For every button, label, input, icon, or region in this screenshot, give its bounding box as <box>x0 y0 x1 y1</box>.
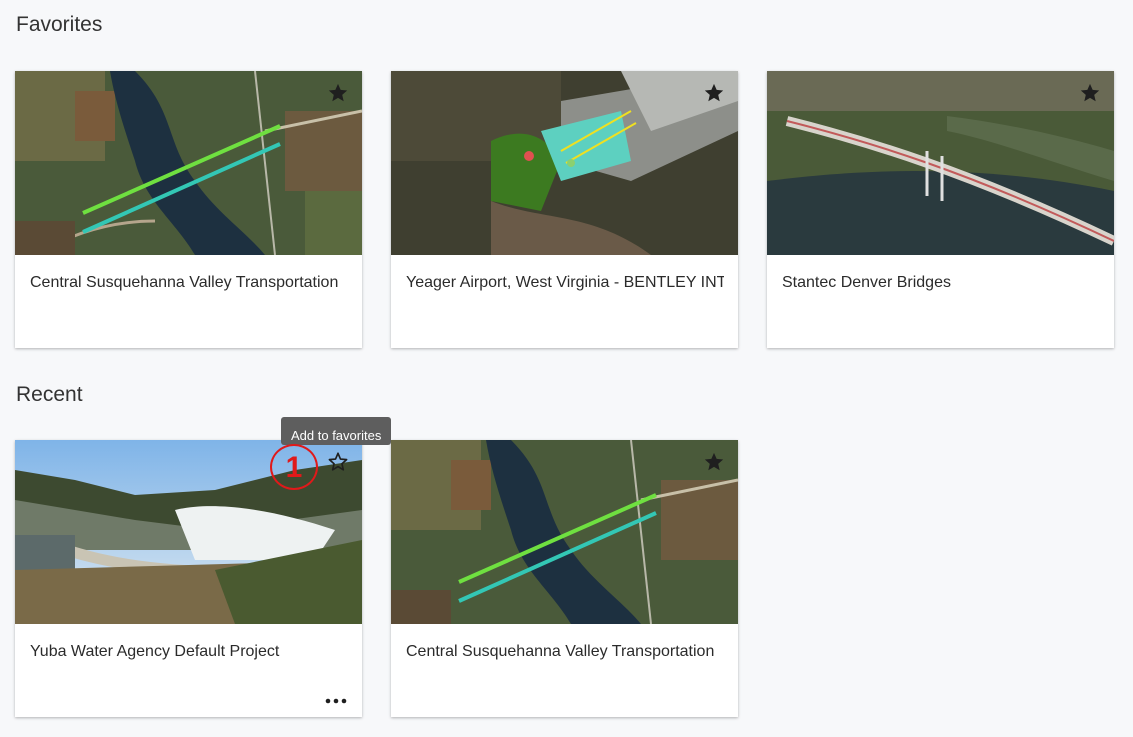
more-options-icon[interactable] <box>324 693 348 704</box>
favorite-star-icon[interactable] <box>327 82 349 104</box>
add-to-favorites-star-icon[interactable] <box>327 451 349 473</box>
project-name: Central Susquehanna Valley Transportatio… <box>406 643 715 660</box>
project-thumbnail <box>391 71 738 255</box>
favorite-star-icon[interactable] <box>1079 82 1101 104</box>
favorites-heading: Favorites <box>16 13 103 36</box>
project-thumbnail <box>391 440 738 624</box>
project-card-yeager-airport[interactable]: Yeager Airport, West Virginia - BENTLEY … <box>391 71 738 348</box>
project-card-stantec-denver[interactable]: Stantec Denver Bridges <box>767 71 1114 348</box>
recent-heading: Recent <box>16 383 83 406</box>
add-to-favorites-tooltip: Add to favorites <box>281 417 392 445</box>
step-callout-badge: 1 <box>270 444 318 490</box>
project-card-central-susquehanna-recent[interactable]: Central Susquehanna Valley Transportatio… <box>391 440 738 717</box>
project-card-central-susquehanna[interactable]: Central Susquehanna Valley Transportatio… <box>15 71 362 348</box>
project-thumbnail <box>767 71 1114 255</box>
project-name: Central Susquehanna Valley Transportatio… <box>30 274 339 291</box>
favorite-star-icon[interactable] <box>703 451 725 473</box>
favorite-star-icon[interactable] <box>703 82 725 104</box>
project-name: Yuba Water Agency Default Project <box>30 643 280 660</box>
project-thumbnail <box>15 71 362 255</box>
project-name: Yeager Airport, West Virginia - BENTLEY … <box>406 274 724 291</box>
tooltip-text: Add to favorites <box>291 428 382 443</box>
project-name: Stantec Denver Bridges <box>782 274 951 291</box>
